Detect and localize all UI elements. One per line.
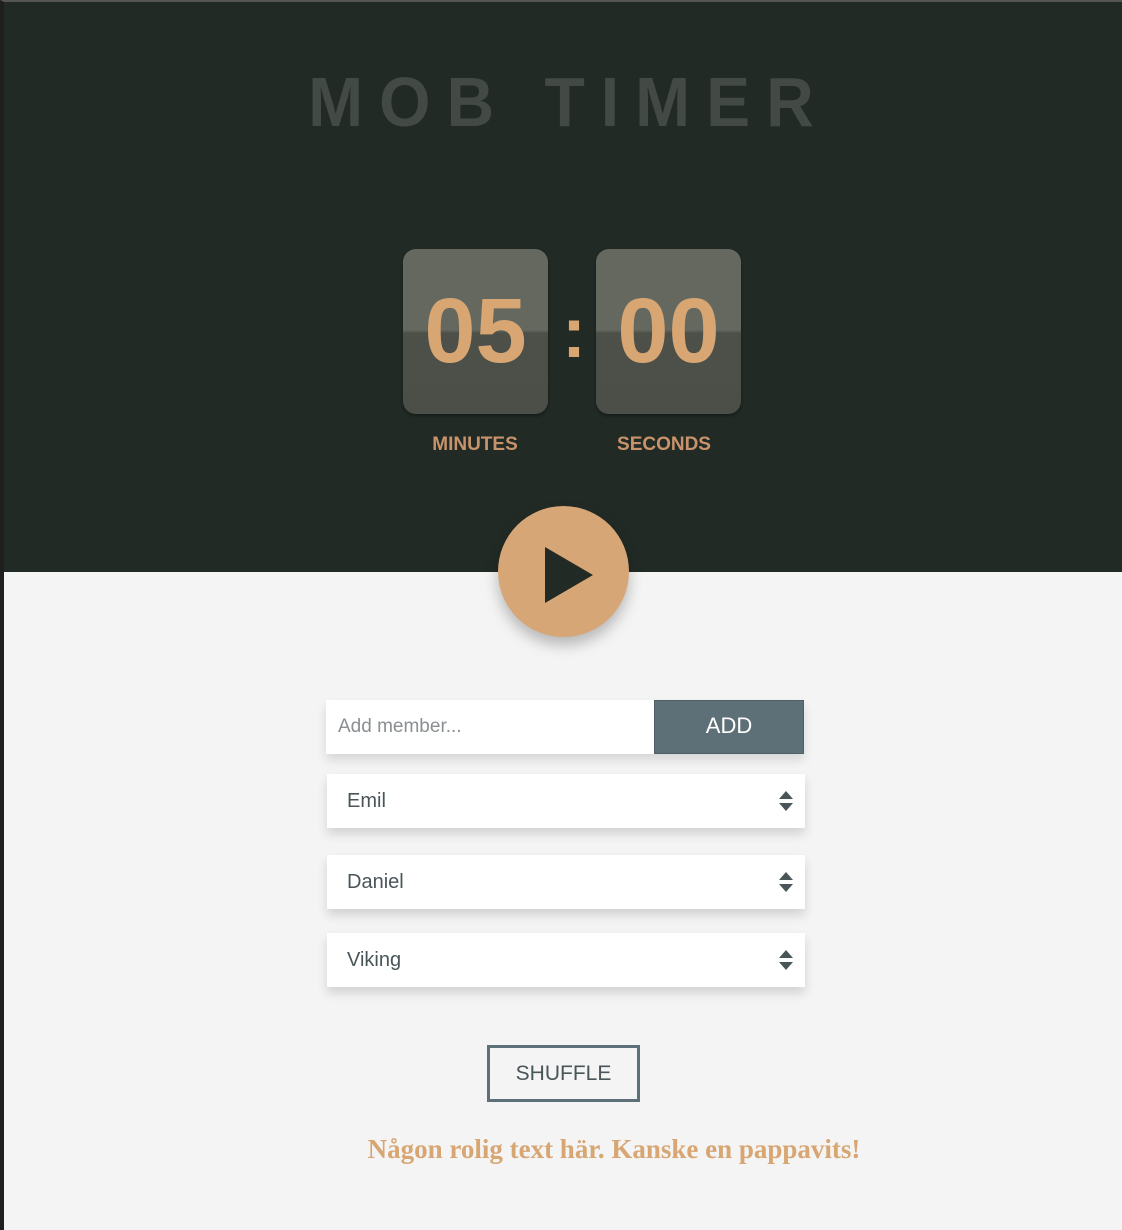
add-member-form: ADD	[326, 700, 804, 754]
member-item-viking[interactable]: Viking	[327, 933, 805, 987]
joke-text: Någon rolig text här. Kanske en pappavit…	[367, 1134, 861, 1164]
add-member-input[interactable]	[326, 700, 654, 754]
time-separator: :	[562, 293, 586, 373]
minutes-value: 05	[424, 280, 527, 382]
member-item-emil[interactable]: Emil	[327, 774, 805, 828]
timer-header: MOB TIMER 05 : 00 MINUTES SECONDS	[4, 2, 1122, 572]
minutes-card: 05	[403, 249, 548, 414]
shuffle-button[interactable]: SHUFFLE	[487, 1045, 640, 1102]
play-button[interactable]	[498, 506, 629, 637]
add-button[interactable]: ADD	[654, 700, 804, 754]
sort-handle-icon[interactable]	[779, 872, 793, 892]
sort-handle-icon[interactable]	[779, 950, 793, 970]
sort-handle-icon[interactable]	[779, 791, 793, 811]
seconds-card: 00	[596, 249, 741, 414]
play-icon	[545, 547, 593, 603]
member-name: Daniel	[347, 871, 404, 893]
member-name: Viking	[347, 949, 402, 971]
seconds-label: SECONDS	[617, 434, 711, 455]
member-item-daniel[interactable]: Daniel	[327, 855, 805, 909]
minutes-label: MINUTES	[432, 434, 518, 455]
seconds-value: 00	[617, 280, 720, 382]
app-title: MOB TIMER	[308, 63, 830, 141]
member-name: Emil	[347, 790, 386, 812]
